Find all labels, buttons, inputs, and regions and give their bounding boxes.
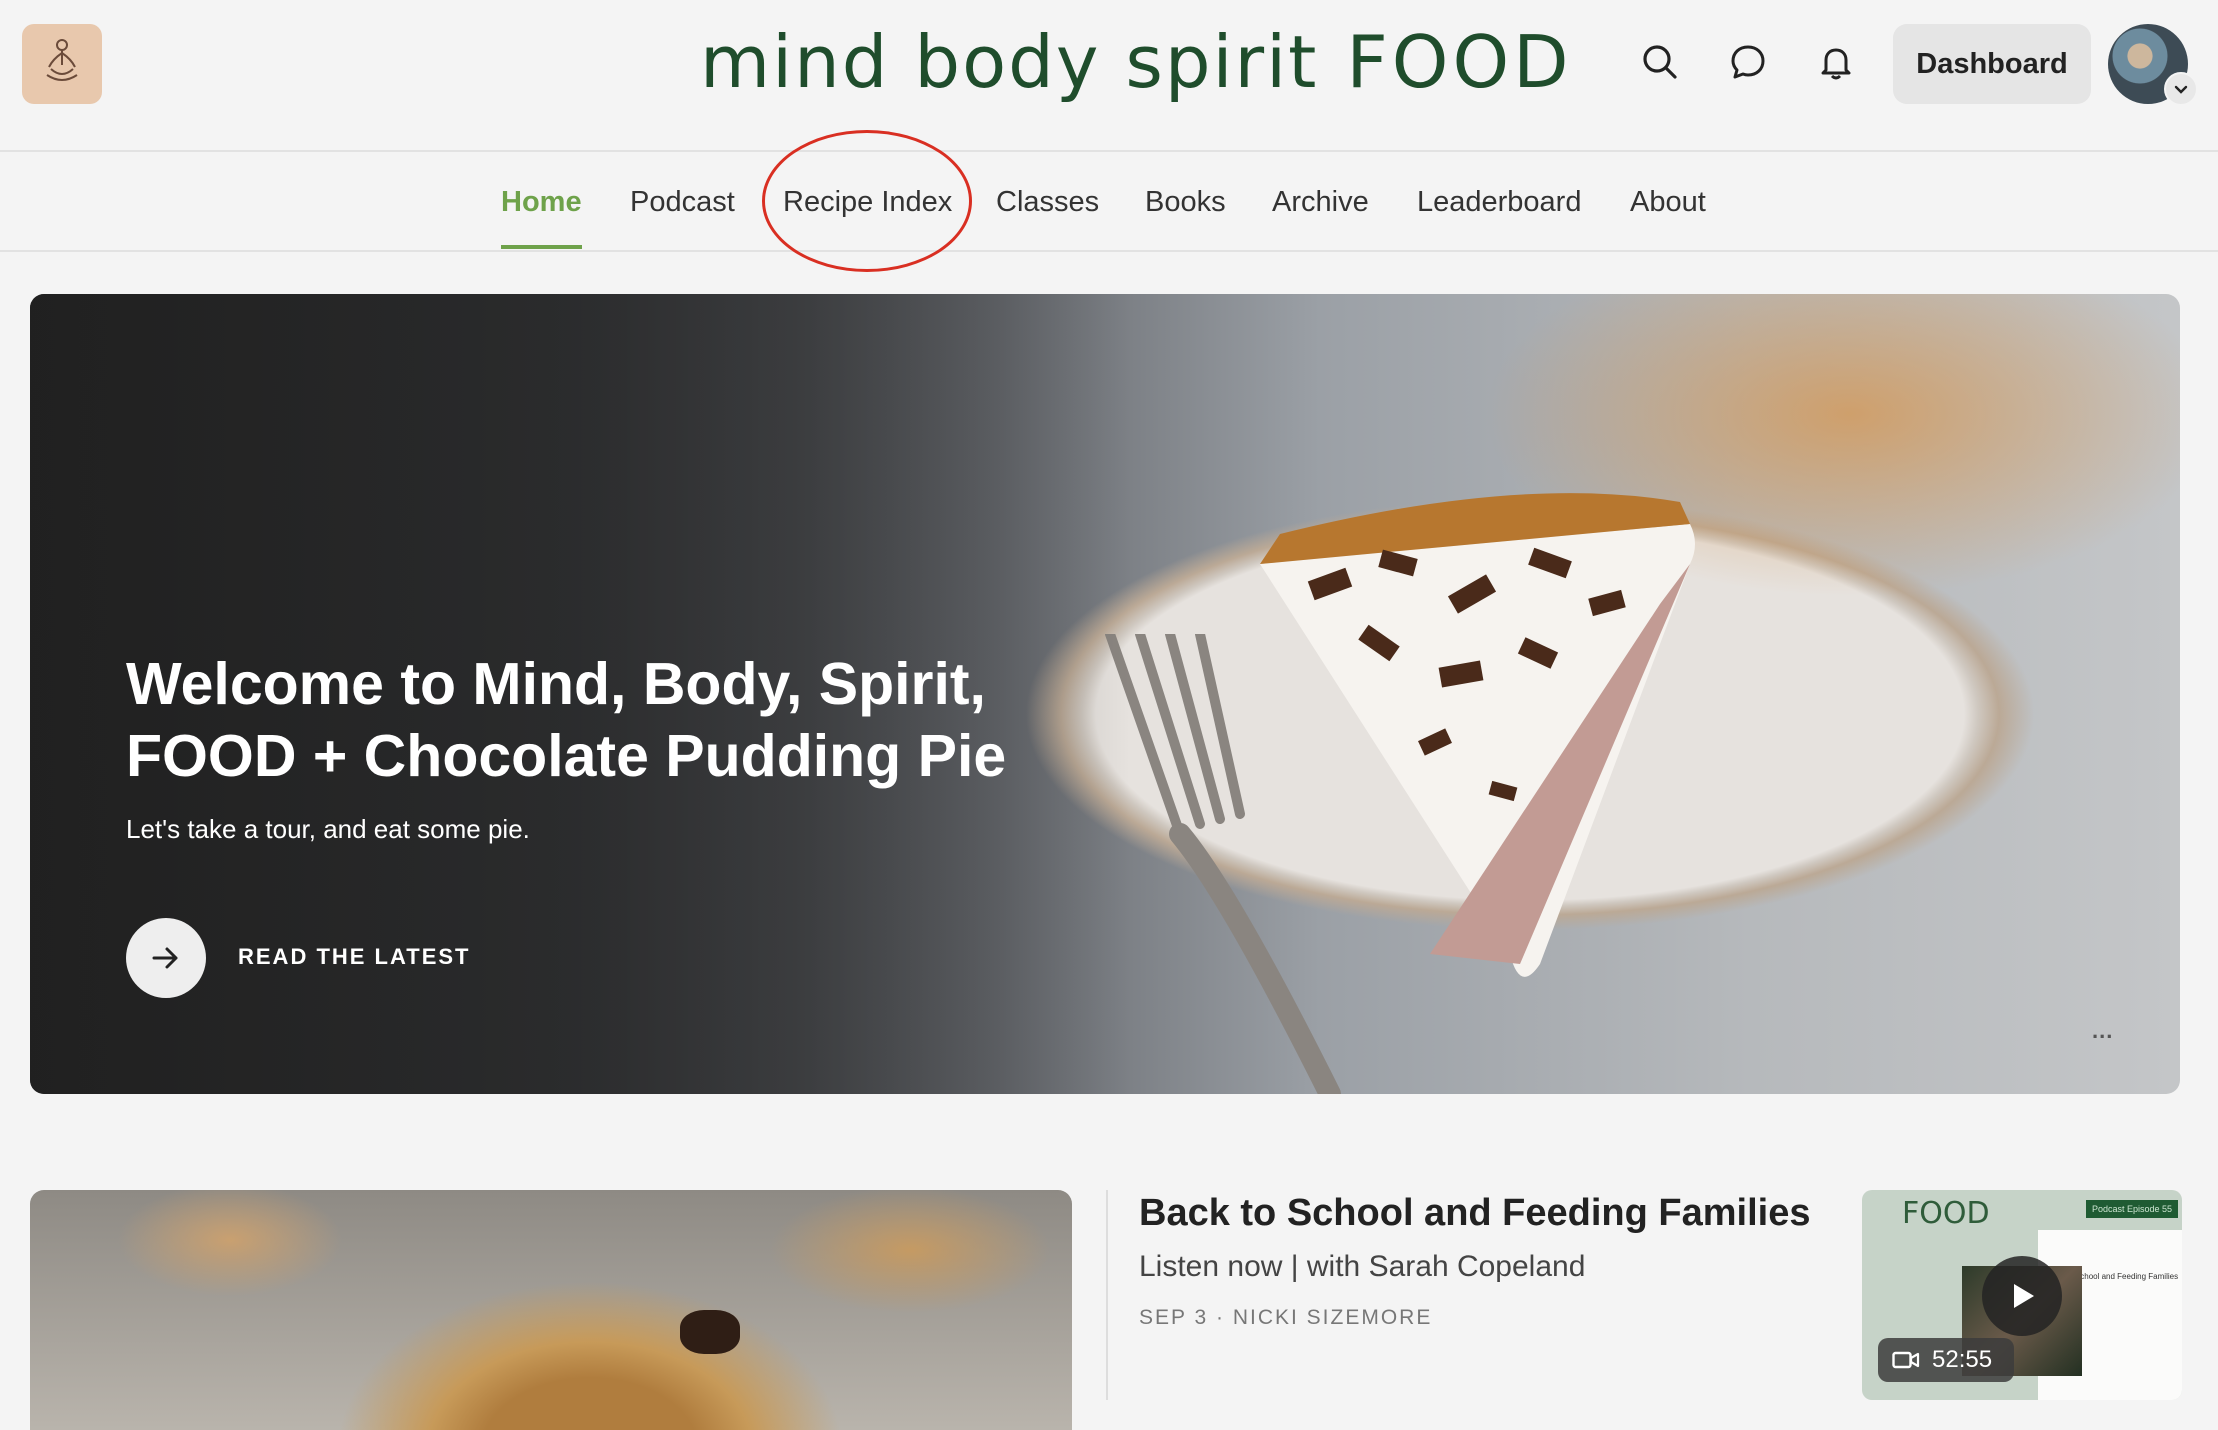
nav-item-home[interactable]: Home [501, 182, 582, 222]
site-header: mind body spirit FOOD Dashboard [0, 0, 2218, 152]
nav-item-archive[interactable]: Archive [1272, 182, 1369, 222]
post-meta: SEP 3 · NICKI SIZEMORE [1139, 1306, 1433, 1329]
main-nav: Home Podcast Recipe Index Classes Books … [0, 152, 2218, 252]
nav-item-classes[interactable]: Classes [996, 182, 1099, 222]
arrow-right-icon [152, 947, 178, 969]
episode-tag: Podcast Episode 55 [2086, 1200, 2178, 1218]
meditation-icon [46, 39, 78, 81]
nav-item-books[interactable]: Books [1145, 182, 1226, 222]
featured-post-image[interactable] [30, 1190, 1072, 1430]
cookie-chocolate-chunk [680, 1310, 740, 1354]
duration-text: 52:55 [1932, 1346, 1993, 1373]
read-latest-button[interactable] [126, 918, 206, 998]
search-icon [1643, 45, 1677, 79]
notifications-button[interactable] [1812, 38, 1860, 86]
hero-subtitle: Let's take a tour, and eat some pie. [126, 814, 530, 844]
chat-button[interactable] [1724, 38, 1772, 86]
search-button[interactable] [1636, 38, 1684, 86]
thumbnail-brand: FOOD [1902, 1196, 1990, 1231]
active-tab-indicator [501, 245, 582, 249]
site-title[interactable]: mind body spirit FOOD [700, 12, 1569, 112]
chat-icon [1731, 45, 1765, 79]
post-subtitle: Listen now | with Sarah Copeland [1139, 1250, 1586, 1283]
more-options-icon[interactable]: ... [2092, 1018, 2113, 1044]
bell-icon [1821, 48, 1851, 80]
podcast-thumbnail[interactable]: FOOD Podcast Episode 55 Back to School a… [1862, 1190, 2182, 1400]
duration-badge: 52:55 [1878, 1338, 2014, 1382]
site-title-right: FOOD [1346, 20, 1573, 104]
feed-divider [1106, 1190, 1108, 1400]
play-button[interactable] [1982, 1256, 2062, 1336]
chevron-down-icon [2174, 85, 2188, 94]
site-title-left: mind body spirit [700, 20, 1319, 104]
play-icon [2014, 1284, 2034, 1308]
site-logo[interactable] [22, 24, 102, 104]
account-menu-toggle[interactable] [2164, 72, 2198, 106]
video-camera-icon [1892, 1351, 1920, 1369]
annotation-circle [762, 130, 972, 272]
post-title[interactable]: Back to School and Feeding Families [1139, 1192, 1810, 1235]
nav-item-about[interactable]: About [1630, 182, 1706, 222]
hero-title: Welcome to Mind, Body, Spirit, FOOD + Ch… [126, 651, 1007, 789]
nav-item-leaderboard[interactable]: Leaderboard [1417, 182, 1581, 222]
dashboard-button[interactable]: Dashboard [1893, 24, 2091, 104]
read-latest-link[interactable]: READ THE LATEST [238, 944, 470, 970]
hero-banner[interactable]: Welcome to Mind, Body, Spirit, FOOD + Ch… [30, 294, 2180, 1094]
nav-item-podcast[interactable]: Podcast [630, 182, 735, 222]
fork-image [1105, 634, 1341, 1094]
